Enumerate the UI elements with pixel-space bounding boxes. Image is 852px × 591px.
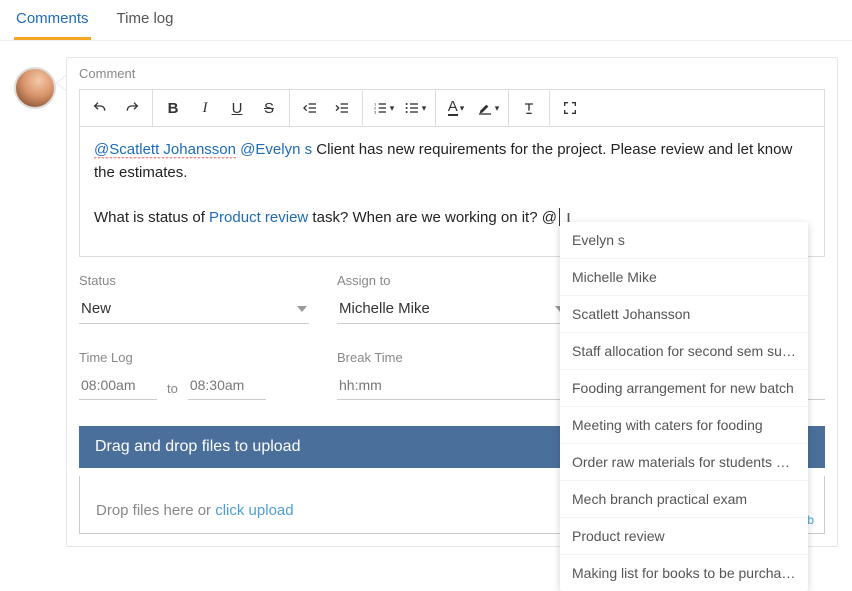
mention-autocomplete: Evelyn s Michelle Mike Scatlett Johansso… [560,222,808,591]
autocomplete-item[interactable]: Order raw materials for students uniform [560,444,808,481]
mention[interactable]: @Scatlett Johansson [94,141,236,159]
tab-comments[interactable]: Comments [14,0,91,40]
tab-bar: Comments Time log [0,0,852,41]
autocomplete-item[interactable]: Making list for books to be purchase. [560,555,808,591]
outdent-button[interactable] [294,90,326,126]
redo-icon [124,100,140,116]
fullscreen-icon [562,100,578,116]
ordered-list-icon: 123 [372,100,388,116]
highlight-button[interactable] [472,90,504,126]
svg-text:3: 3 [374,109,377,114]
clear-format-button[interactable] [513,90,545,126]
indent-button[interactable] [326,90,358,126]
break-input[interactable] [337,371,567,400]
autocomplete-item[interactable]: Evelyn s [560,222,808,259]
redo-button[interactable] [116,90,148,126]
unordered-list-icon [404,100,420,116]
timelog-start-input[interactable] [79,371,157,400]
break-label: Break Time [337,350,567,365]
timelog-label: Time Log [79,350,309,365]
bold-button[interactable]: B [157,90,189,126]
autocomplete-item[interactable]: Fooding arrangement for new batch [560,370,808,407]
autocomplete-item[interactable]: Michelle Mike [560,259,808,296]
status-value: New [81,300,111,317]
task-link[interactable]: Product review [209,209,308,226]
assign-value: Michelle Mike [339,300,430,317]
dropzone-text: Drop files here or [96,502,215,519]
strikethrough-button[interactable]: S [253,90,285,126]
to-label: to [167,381,178,400]
italic-button[interactable]: I [189,90,221,126]
timelog-end-input[interactable] [188,371,266,400]
comment-label: Comment [79,66,825,81]
status-select[interactable]: New [79,294,309,324]
autocomplete-item[interactable]: Mech branch practical exam [560,481,808,518]
mention[interactable]: @Evelyn s [240,141,312,158]
indent-icon [334,100,350,116]
comment-text: task? When are we working on it? @ [308,209,557,226]
avatar [14,67,56,109]
autocomplete-item[interactable]: Scatlett Johansson [560,296,808,333]
chevron-down-icon [297,306,307,312]
editor-toolbar: B I U S 123 [79,89,825,127]
undo-icon [92,100,108,116]
assign-select[interactable]: Michelle Mike [337,294,567,324]
highlight-icon [477,100,493,116]
autocomplete-item[interactable]: Meeting with caters for fooding [560,407,808,444]
unordered-list-button[interactable] [399,90,431,126]
autocomplete-item[interactable]: Product review [560,518,808,555]
fullscreen-button[interactable] [554,90,586,126]
tab-timelog[interactable]: Time log [115,0,176,40]
click-upload-link[interactable]: click upload [215,502,293,519]
text-color-button[interactable]: A [440,90,472,126]
undo-button[interactable] [84,90,116,126]
underline-button[interactable]: U [221,90,253,126]
comment-text: What is status of [94,209,209,226]
assign-label: Assign to [337,273,567,288]
text-color-icon: A [448,100,458,116]
autocomplete-item[interactable]: Staff allocation for second sem subjects [560,333,808,370]
outdent-icon [302,100,318,116]
ordered-list-button[interactable]: 123 [367,90,399,126]
status-label: Status [79,273,309,288]
clear-format-icon [521,100,537,116]
